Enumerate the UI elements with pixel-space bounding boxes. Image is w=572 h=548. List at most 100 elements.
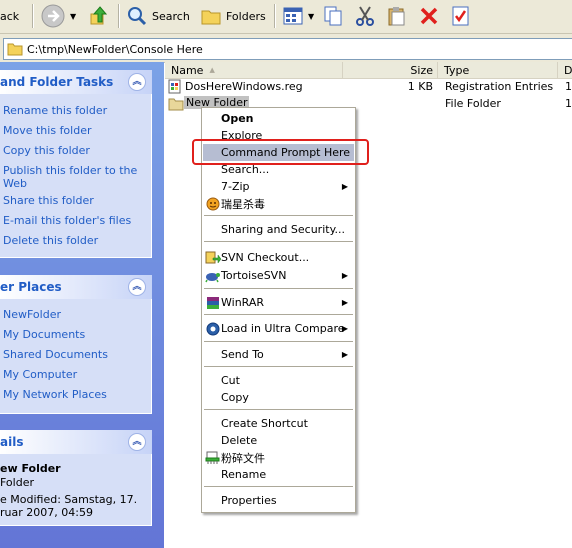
menu-sharing-label: Sharing and Security... [221,223,346,236]
menu-item-shred[interactable]: 粉碎文件 [203,449,354,466]
details-header[interactable]: ails ︽ [0,430,152,454]
menu-item-cut[interactable]: Cut [203,372,354,389]
task-delete-folder[interactable]: Delete this folder [3,234,98,247]
toolbar-separator [274,4,276,28]
menu-open-label: Open [221,112,254,125]
column-size-label: Size [410,63,433,77]
place-newfolder[interactable]: NewFolder [3,308,61,321]
forward-button[interactable]: ▼ [40,3,76,29]
menu-item-open[interactable]: Open [203,110,354,127]
clipboard-icon [388,7,405,26]
column-header-name[interactable]: Name ▲ [165,62,343,78]
paste-button[interactable] [386,3,408,29]
svn-checkout-icon [205,251,221,264]
copy-to-button[interactable] [322,3,344,29]
collapse-chevron-icon[interactable]: ︽ [128,278,146,296]
menu-item-properties[interactable]: Properties [203,492,354,509]
other-places-header[interactable]: er Places ︽ [0,275,152,299]
menu-item-ultra-compare[interactable]: Load in Ultra Compare ▶ [203,320,354,337]
task-share-folder[interactable]: Share this folder [3,194,94,207]
submenu-arrow-icon: ▶ [341,271,348,280]
menu-item-7zip[interactable]: 7-Zip ▶ [203,178,354,195]
column-header-type[interactable]: Type [438,62,558,78]
file-size: 1 KB [407,80,433,93]
column-date-label: D [564,63,572,77]
task-publish-folder-web[interactable]: Web [3,177,27,190]
folder-icon [168,98,184,111]
menu-item-rising-antivirus[interactable]: 瑞星杀毒 [203,195,354,212]
shred-icon [205,451,220,464]
up-folder-icon [90,6,108,25]
task-publish-folder[interactable]: Publish this folder to the [3,164,137,177]
up-folder-button[interactable] [88,3,112,29]
submenu-arrow-icon: ▶ [341,324,348,333]
back-button[interactable]: ack [0,3,19,29]
forward-icon [41,4,65,28]
menu-item-rename[interactable]: Rename [203,466,354,483]
folders-icon [201,10,221,25]
place-my-network-places[interactable]: My Network Places [3,388,107,401]
place-my-documents[interactable]: My Documents [3,328,85,341]
menu-item-send-to[interactable]: Send To ▶ [203,346,354,363]
menu-create-shortcut-label: Create Shortcut [221,417,308,430]
cut-button[interactable] [354,3,376,29]
views-button[interactable]: ▼ [282,3,314,29]
menu-separator [204,409,353,410]
menu-separator [204,241,353,242]
column-header-size[interactable]: Size [343,62,438,78]
task-move-folder[interactable]: Move this folder [3,124,92,137]
menu-item-delete[interactable]: Delete [203,432,354,449]
collapse-chevron-icon[interactable]: ︽ [128,433,146,451]
task-email-files[interactable]: E-mail this folder's files [3,214,131,227]
menu-item-winrar[interactable]: WinRAR ▶ [203,294,354,311]
task-copy-folder[interactable]: Copy this folder [3,144,90,157]
properties-icon [452,6,469,26]
menu-7zip-label: 7-Zip [221,180,250,193]
folders-button[interactable]: Folders [200,3,266,29]
file-type: File Folder [445,97,501,110]
registry-file-icon [168,79,181,94]
search-icon [128,7,147,26]
collapse-chevron-icon[interactable]: ︽ [128,73,146,91]
folder-tasks-header[interactable]: and Folder Tasks ︽ [0,70,152,94]
task-pane: and Folder Tasks ︽ Rename this folder Mo… [0,62,164,548]
folder-icon [7,43,23,56]
menu-delete-label: Delete [221,434,258,447]
folders-label: Folders [226,9,266,23]
menu-tortoise-label: TortoiseSVN [221,269,287,282]
search-label: Search [152,9,190,23]
properties-button[interactable] [450,3,472,29]
views-dropdown-icon[interactable]: ▼ [308,12,314,21]
submenu-arrow-icon: ▶ [341,182,348,191]
menu-item-svn-checkout[interactable]: SVN Checkout... [203,249,354,266]
winrar-icon [207,296,219,309]
other-places-panel: NewFolder My Documents Shared Documents … [0,299,152,414]
menu-shred-label: 粉碎文件 [221,451,265,465]
rising-lion-icon [206,197,220,210]
other-places-title: er Places [0,280,62,294]
delete-button[interactable] [418,3,440,29]
menu-item-create-shortcut[interactable]: Create Shortcut [203,415,354,432]
menu-send-to-label: Send To [221,348,264,361]
menu-item-sharing-security[interactable]: Sharing and Security... [203,221,354,238]
details-panel: ew Folder Folder e Modified: Samstag, 17… [0,454,152,526]
search-button[interactable]: Search [126,3,190,29]
address-input[interactable]: C:\tmp\NewFolder\Console Here [3,38,572,60]
scissors-icon [356,6,374,26]
toolbar-separator [32,4,34,28]
context-menu: Open Explore Command Prompt Here Search.… [201,107,356,513]
column-header-date[interactable]: D [558,62,572,78]
forward-dropdown-icon[interactable]: ▼ [70,12,76,21]
menu-separator [204,486,353,487]
place-my-computer[interactable]: My Computer [3,368,77,381]
menu-item-tortoisesvn[interactable]: TortoiseSVN ▶ [203,267,354,284]
copy-to-icon [324,6,342,26]
menu-separator [204,288,353,289]
details-title: ails [0,435,24,449]
delete-x-icon [420,7,438,25]
menu-item-copy[interactable]: Copy [203,389,354,406]
task-rename-folder[interactable]: Rename this folder [3,104,107,117]
file-row[interactable]: DosHereWindows.reg 1 KB Registration Ent… [165,79,572,95]
menu-rename-label: Rename [221,468,267,481]
place-shared-documents[interactable]: Shared Documents [3,348,108,361]
